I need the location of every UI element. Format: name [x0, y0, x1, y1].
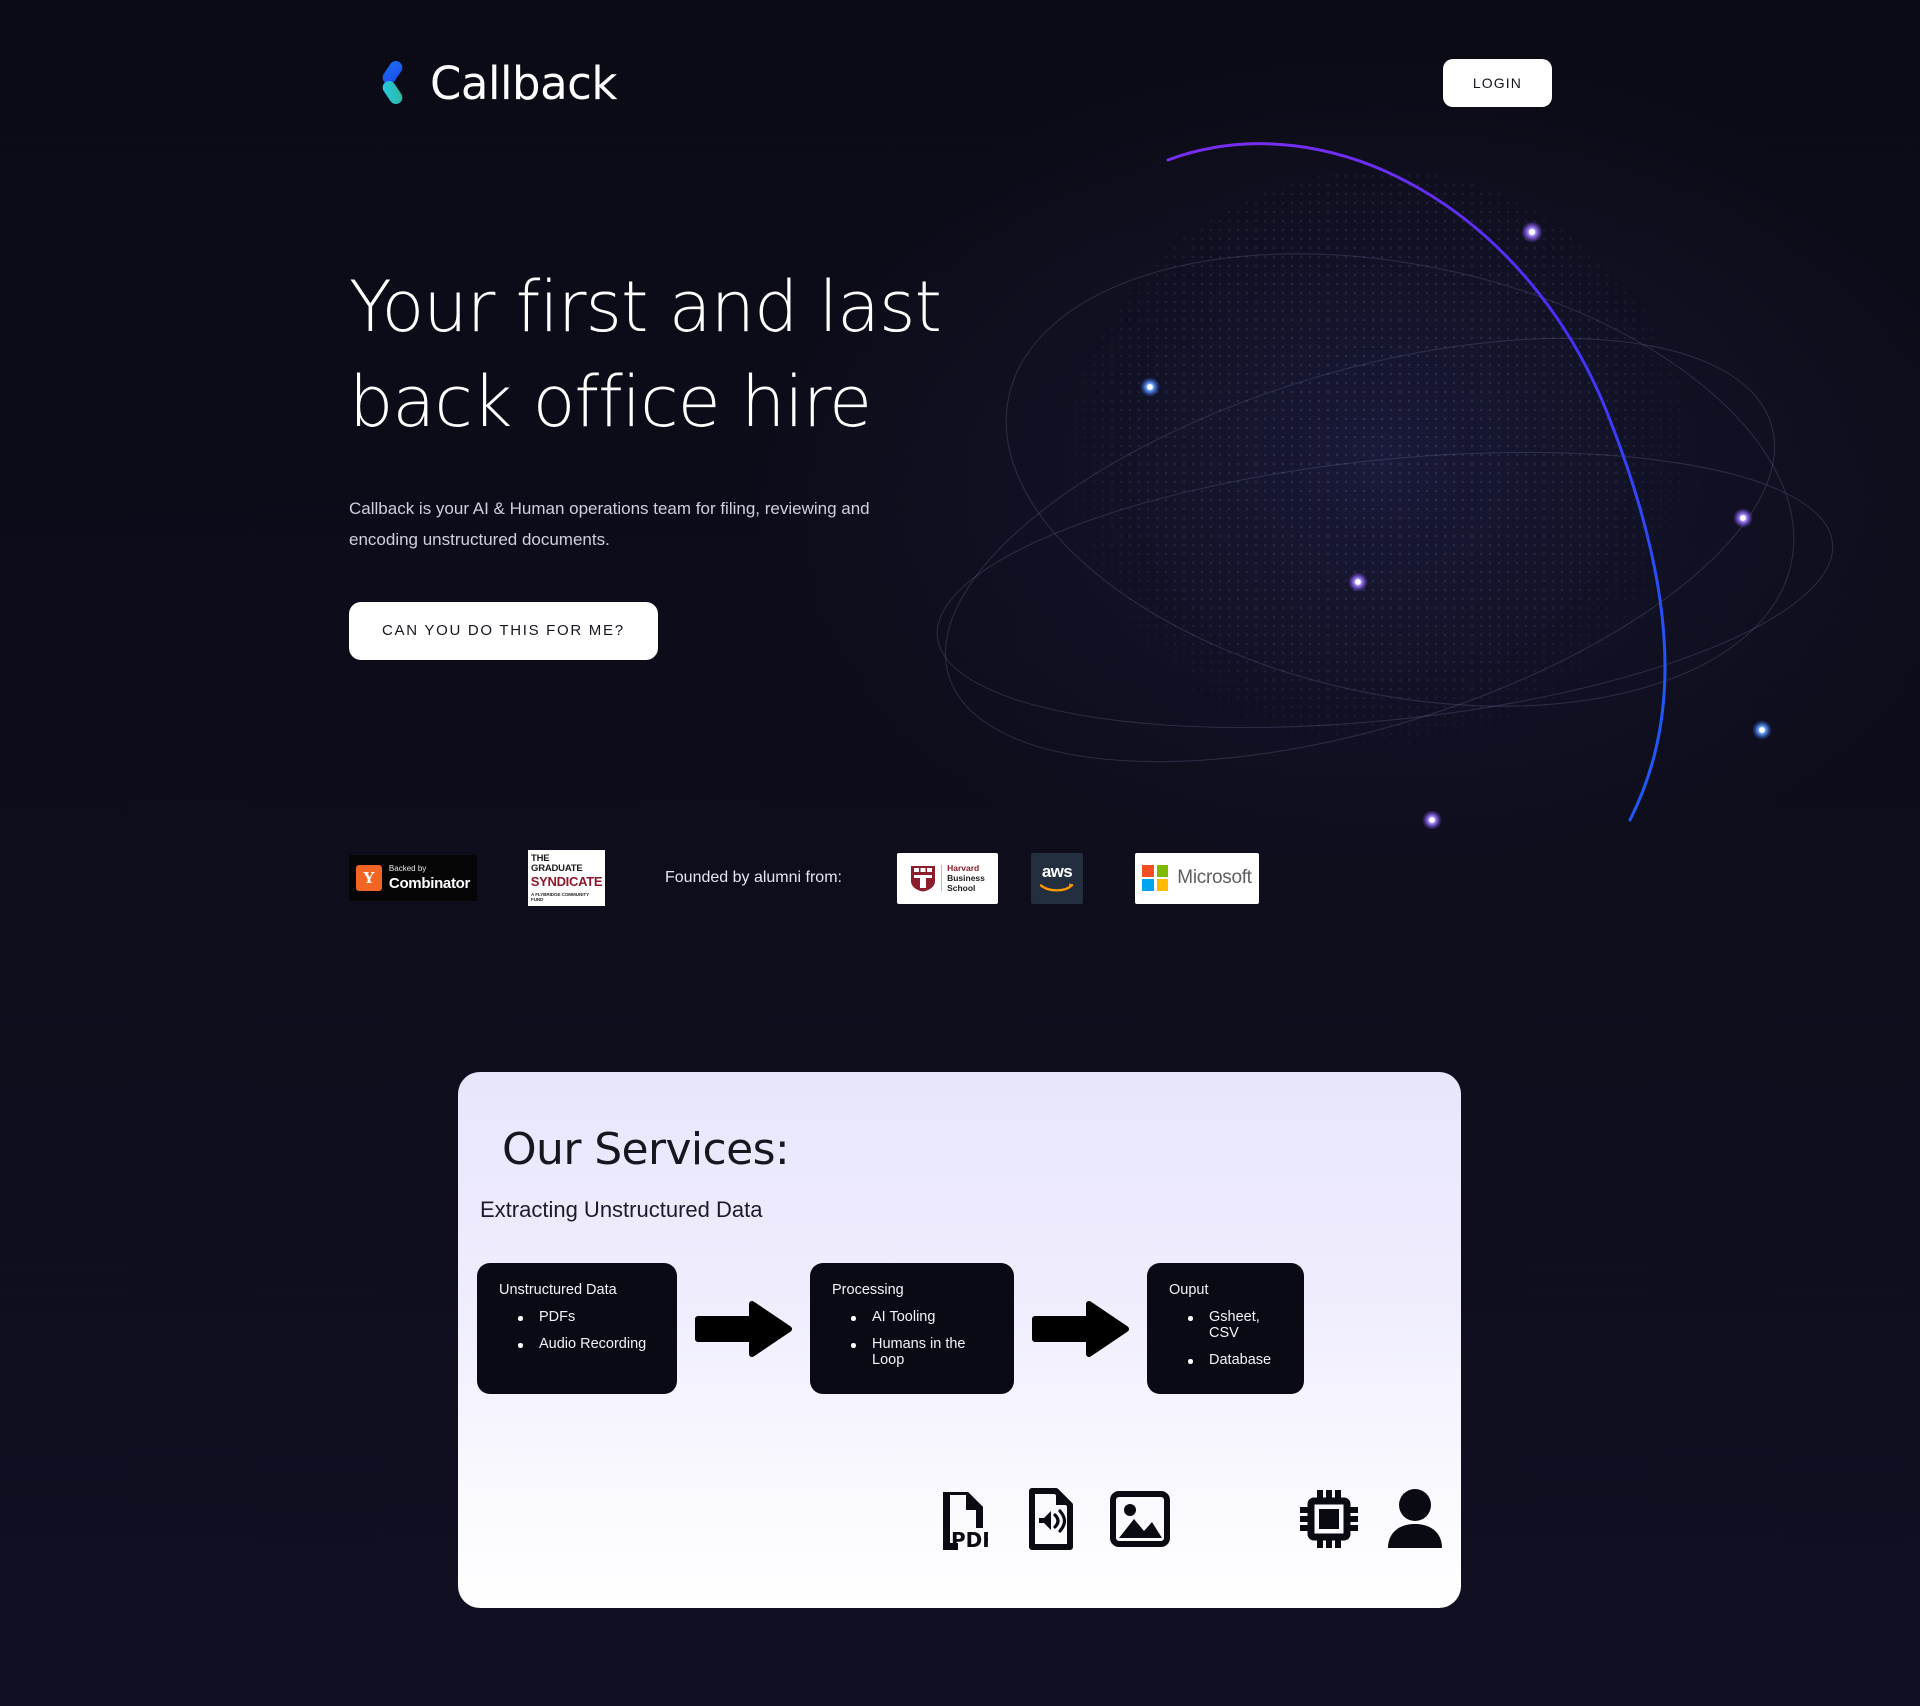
list-item: Audio Recording: [499, 1336, 655, 1352]
syndicate-line-1: THE GRADUATE: [531, 852, 583, 875]
harvard-shield-icon: [911, 866, 936, 892]
brand-name: Callback: [430, 56, 617, 110]
services-title: Our Services:: [502, 1124, 790, 1175]
founded-by-alumni-label: Founded by alumni from:: [665, 869, 842, 886]
yc-combinator-label: Combinator: [388, 875, 471, 892]
cpu-chip-icon: [1300, 1490, 1358, 1548]
flow-step-items: Gsheet, CSV Database: [1169, 1309, 1282, 1368]
cta-button[interactable]: CAN YOU DO THIS FOR ME?: [349, 602, 658, 660]
flow-step-title: Ouput: [1169, 1282, 1209, 1298]
site-header: Callback LOGIN: [0, 48, 1920, 118]
services-icons-row: PDF: [458, 1480, 1461, 1558]
hbs-line-1: Harvard: [947, 862, 980, 873]
landing-page: Callback LOGIN Your first and last back …: [0, 0, 1920, 1706]
syndicate-line-2: SYNDICATE: [530, 873, 603, 889]
aws-logo: aws: [1030, 852, 1083, 904]
globe-graphic: [840, 120, 1900, 860]
input-icons-group: PDF: [938, 1488, 1170, 1550]
audio-file-icon: [1029, 1488, 1073, 1550]
hero-section: Your first and last back office hire Cal…: [349, 260, 969, 660]
social-proof-logos: Y Backed by Combinator THE GRADUATE SYND…: [349, 848, 1259, 908]
ycombinator-badge: Y Backed by Combinator: [349, 855, 477, 901]
person-icon: [1388, 1489, 1442, 1548]
list-item: Humans in the Loop: [832, 1336, 992, 1368]
list-item: Database: [1169, 1352, 1282, 1368]
page-title: Your first and last back office hire: [349, 266, 942, 443]
aws-wordmark: aws: [1041, 862, 1073, 881]
arrow-right-icon: [695, 1300, 792, 1357]
flow-step-title: Processing: [832, 1282, 904, 1298]
process-flow-diagram: Unstructured Data PDFs Audio Recording P…: [458, 1263, 1461, 1394]
aws-smile-icon: [1039, 883, 1074, 892]
flow-step-items: PDFs Audio Recording: [499, 1309, 655, 1352]
list-item: PDFs: [499, 1309, 655, 1325]
ycombinator-mark-icon: Y: [355, 865, 382, 891]
yc-backed-by-label: Backed by: [388, 864, 427, 873]
hbs-line-2: Business: [947, 872, 985, 883]
flow-step-unstructured-data: Unstructured Data PDFs Audio Recording: [477, 1263, 677, 1394]
pdf-file-icon: PDF: [943, 1492, 988, 1550]
flow-step-output: Ouput Gsheet, CSV Database: [1147, 1263, 1304, 1394]
microsoft-wordmark: Microsoft: [1177, 867, 1252, 888]
microsoft-logo: Microsoft: [1134, 852, 1259, 904]
hbs-line-3: School: [947, 883, 976, 893]
graduate-syndicate-logo: THE GRADUATE SYNDICATE A FLYBRIDGE COMMU…: [528, 850, 605, 906]
syndicate-line-3: A FLYBRIDGE COMMUNITY FUND: [531, 892, 589, 903]
harvard-business-school-logo: Harvard Business School: [896, 852, 998, 904]
callback-chevron-logo-icon: [382, 61, 403, 104]
microsoft-squares-icon: [1142, 865, 1169, 891]
services-card: Our Services: Extracting Unstructured Da…: [458, 1072, 1461, 1608]
list-item: AI Tooling: [832, 1309, 992, 1325]
services-subtitle: Extracting Unstructured Data: [480, 1197, 763, 1222]
flow-step-processing: Processing AI Tooling Humans in the Loop: [810, 1263, 1014, 1394]
image-icon: [1110, 1491, 1170, 1547]
hero-subheading: Callback is your AI & Human operations t…: [349, 499, 870, 549]
list-item: Gsheet, CSV: [1169, 1309, 1282, 1341]
login-button[interactable]: LOGIN: [1442, 59, 1552, 107]
arrow-right-icon: [1032, 1300, 1129, 1357]
flow-step-items: AI Tooling Humans in the Loop: [832, 1309, 992, 1368]
svg-text:PDF: PDF: [951, 1528, 988, 1550]
processing-icons-group: [1298, 1488, 1444, 1550]
brand-logo[interactable]: Callback: [372, 57, 617, 110]
flow-step-title: Unstructured Data: [499, 1282, 617, 1298]
